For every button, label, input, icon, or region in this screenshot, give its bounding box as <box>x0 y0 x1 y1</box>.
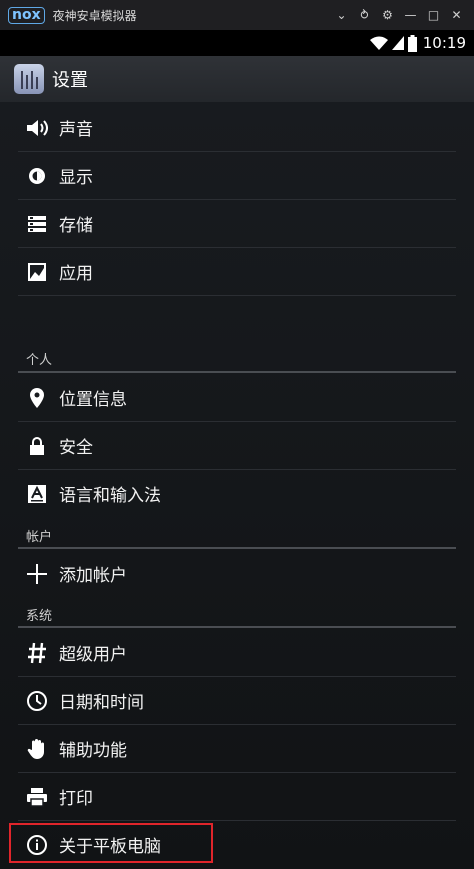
hand-icon <box>26 738 48 760</box>
minimize-icon[interactable]: — <box>399 8 422 22</box>
clock-icon <box>26 690 48 712</box>
settings-item-label: 日期和时间 <box>59 693 144 713</box>
settings-item-label: 打印 <box>59 789 93 809</box>
settings-item-label: 应用 <box>59 264 93 284</box>
status-bar: 10:19 <box>0 30 474 56</box>
location-icon <box>26 387 48 409</box>
settings-item-language[interactable]: 语言和输入法 <box>18 470 456 517</box>
page-title: 设置 <box>52 70 88 91</box>
language-icon <box>26 483 48 505</box>
section-header-system: 系统 <box>26 609 53 624</box>
section-header-personal: 个人 <box>26 353 53 368</box>
settings-item-label: 语言和输入法 <box>59 486 161 506</box>
pin-icon[interactable]: ⥁ <box>353 8 376 22</box>
chevron-down-icon[interactable]: ⌄ <box>330 8 353 22</box>
battery-icon <box>407 34 417 52</box>
settings-item-label: 添加帐户 <box>59 566 127 586</box>
settings-item-security[interactable]: 安全 <box>18 422 456 470</box>
settings-item-label: 辅助功能 <box>59 741 127 761</box>
storage-icon <box>26 213 48 235</box>
signal-icon <box>391 36 404 50</box>
status-time: 10:19 <box>422 34 466 52</box>
settings-item-label: 位置信息 <box>59 390 127 410</box>
volume-icon <box>26 117 48 139</box>
close-icon[interactable]: ✕ <box>445 8 468 22</box>
settings-item-storage[interactable]: 存储 <box>18 200 456 248</box>
wifi-icon <box>369 36 388 50</box>
settings-item-label: 显示 <box>59 168 93 188</box>
settings-app-icon[interactable] <box>14 64 44 94</box>
section-divider <box>18 626 456 628</box>
settings-item-label: 声音 <box>59 120 93 140</box>
lock-icon <box>26 435 48 457</box>
settings-item-print[interactable]: 打印 <box>18 773 456 821</box>
settings-item-add-account[interactable]: 添加帐户 <box>18 550 456 597</box>
maximize-icon[interactable]: □ <box>422 8 445 22</box>
add-icon <box>26 563 48 585</box>
settings-item-display[interactable]: 显示 <box>18 152 456 200</box>
emulator-title: 夜神安卓模拟器 <box>52 8 137 23</box>
window-controls: ⌄ ⥁ ⚙ — □ ✕ <box>330 0 468 30</box>
brightness-icon <box>26 165 48 187</box>
apps-icon <box>26 261 48 283</box>
printer-icon <box>26 786 48 808</box>
settings-item-superuser[interactable]: 超级用户 <box>18 629 456 677</box>
hash-icon <box>26 642 48 664</box>
settings-item-label: 存储 <box>59 216 93 236</box>
nox-logo: nox <box>8 6 45 24</box>
settings-item-date-time[interactable]: 日期和时间 <box>18 677 456 725</box>
section-divider <box>18 547 456 549</box>
emulator-title-bar: nox 夜神安卓模拟器 ⌄ ⥁ ⚙ — □ ✕ <box>0 0 474 30</box>
section-divider <box>18 371 456 373</box>
settings-item-location[interactable]: 位置信息 <box>18 374 456 422</box>
section-header-accounts: 帐户 <box>26 530 53 545</box>
highlight-box <box>9 823 213 863</box>
settings-item-label: 安全 <box>59 438 93 458</box>
gear-icon[interactable]: ⚙ <box>376 8 399 22</box>
action-bar: 设置 <box>0 56 474 102</box>
settings-item-label: 超级用户 <box>59 645 127 665</box>
settings-item-accessibility[interactable]: 辅助功能 <box>18 725 456 773</box>
settings-item-sound[interactable]: 声音 <box>18 104 456 152</box>
settings-item-apps[interactable]: 应用 <box>18 248 456 296</box>
